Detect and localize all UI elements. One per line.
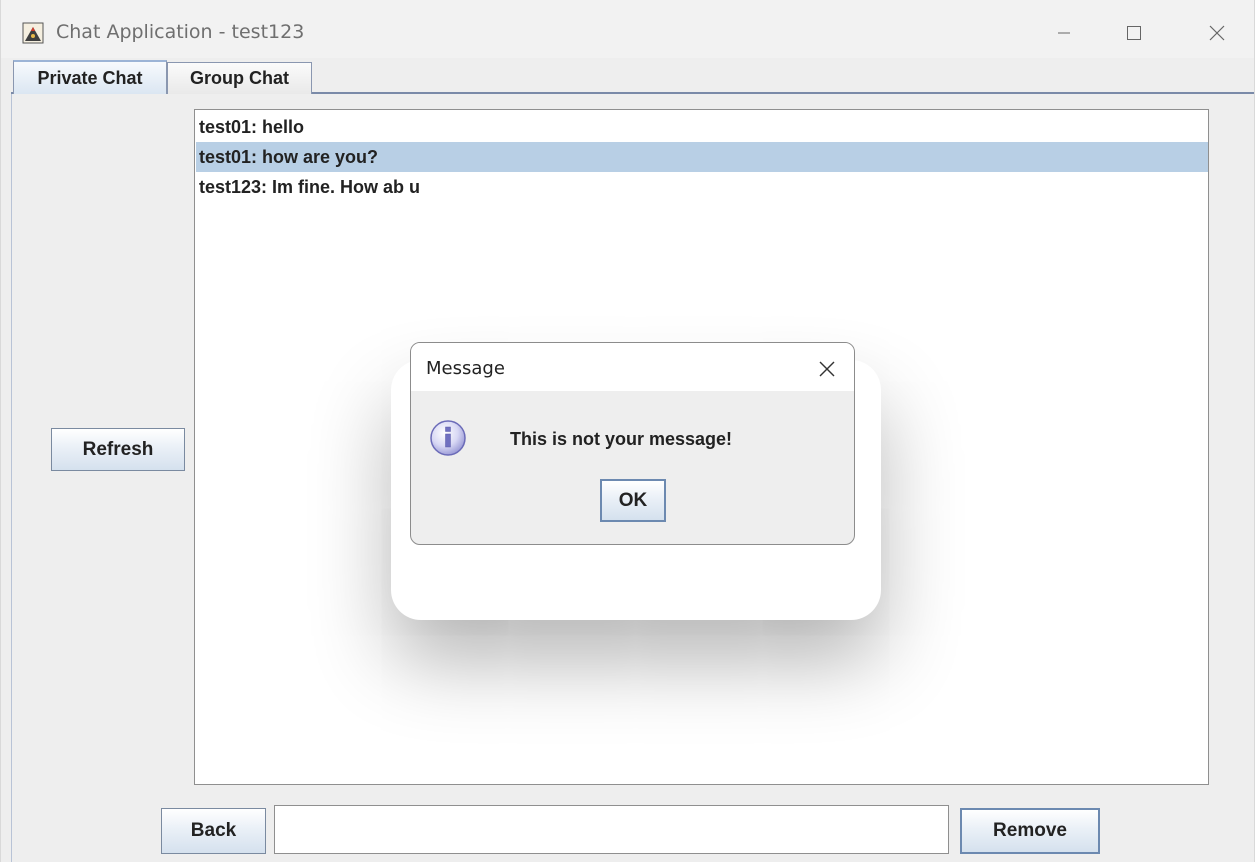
close-icon xyxy=(819,361,835,377)
maximize-button[interactable] xyxy=(1111,14,1157,52)
dialog-title: Message xyxy=(426,358,505,379)
info-icon xyxy=(428,418,468,458)
close-icon xyxy=(1209,25,1225,41)
java-app-icon xyxy=(22,22,44,44)
back-button[interactable]: Back xyxy=(161,808,266,854)
remove-button[interactable]: Remove xyxy=(960,808,1100,854)
chat-application-window: Chat Application - test123 Private Chat … xyxy=(0,0,1255,862)
minimize-button[interactable] xyxy=(1041,14,1087,52)
message-input[interactable] xyxy=(274,805,949,854)
message-item-selected[interactable]: test01: how are you? xyxy=(196,142,1208,172)
refresh-button[interactable]: Refresh xyxy=(51,428,185,471)
message-dialog: Message This is not your message! OK xyxy=(410,342,855,545)
close-button[interactable] xyxy=(1194,14,1240,52)
ok-button[interactable]: OK xyxy=(600,479,666,522)
minimize-icon xyxy=(1058,32,1070,34)
window-titlebar[interactable]: Chat Application - test123 xyxy=(1,0,1254,58)
tab-group-chat[interactable]: Group Chat xyxy=(167,62,312,94)
message-item[interactable]: test123: Im fine. How ab u xyxy=(196,172,1208,202)
tab-private-chat[interactable]: Private Chat xyxy=(13,60,167,94)
maximize-icon xyxy=(1127,26,1141,40)
dialog-close-button[interactable] xyxy=(809,353,845,385)
window-title: Chat Application - test123 xyxy=(56,21,305,43)
message-item[interactable]: test01: hello xyxy=(196,112,1208,142)
dialog-message: This is not your message! xyxy=(510,429,733,449)
dialog-titlebar[interactable]: Message xyxy=(411,343,854,391)
